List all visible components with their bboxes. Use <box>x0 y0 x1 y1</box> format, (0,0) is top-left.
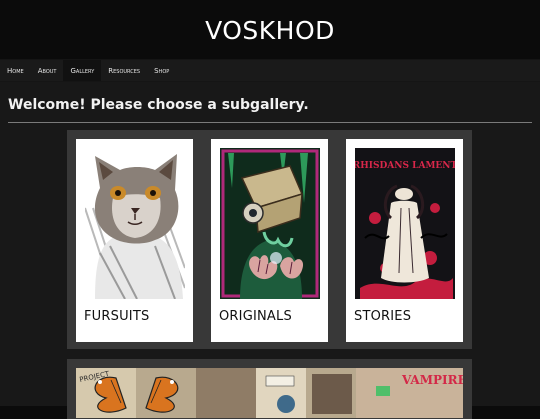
originals-thumbnail[interactable] <box>220 148 320 299</box>
card-label-originals[interactable]: ORIGINALS <box>219 309 292 324</box>
nav-item-resources[interactable]: Resources <box>101 60 147 81</box>
nav-item-shop[interactable]: Shop <box>147 60 176 81</box>
subgallery-card-originals[interactable]: ORIGINALS <box>211 139 328 342</box>
card-label-stories[interactable]: STORIES <box>354 309 411 324</box>
subgallery-panel: FURSUITS ORIGINALS RHISDANS LAMENT STORI… <box>67 130 472 349</box>
banner-panel: PROJECT VAMPIRE <box>67 359 472 419</box>
fursuits-thumbnail[interactable] <box>85 148 185 299</box>
page-heading: Welcome! Please choose a subgallery. <box>8 97 309 113</box>
divider <box>8 122 532 123</box>
stories-art-title: RHISDANS LAMENT <box>355 161 455 171</box>
banner-text-vampire: VAMPIRE <box>401 373 463 387</box>
card-label-fursuits[interactable]: FURSUITS <box>84 309 149 324</box>
nav-item-about[interactable]: About <box>31 60 64 81</box>
subgallery-card-stories[interactable]: RHISDANS LAMENT STORIES <box>346 139 463 342</box>
nav-item-gallery[interactable]: Gallery <box>63 60 102 81</box>
main-content: Welcome! Please choose a subgallery. FUR… <box>0 82 540 419</box>
site-title[interactable]: VOSKHOD <box>205 16 335 45</box>
site-header: VOSKHOD <box>0 0 540 59</box>
subgallery-card-fursuits[interactable]: FURSUITS <box>76 139 193 342</box>
banner-image[interactable]: PROJECT VAMPIRE <box>76 368 463 418</box>
nav-item-home[interactable]: Home <box>0 60 31 81</box>
nav-bar: Home About Gallery Resources Shop <box>0 59 540 82</box>
stories-thumbnail[interactable]: RHISDANS LAMENT <box>355 148 455 299</box>
